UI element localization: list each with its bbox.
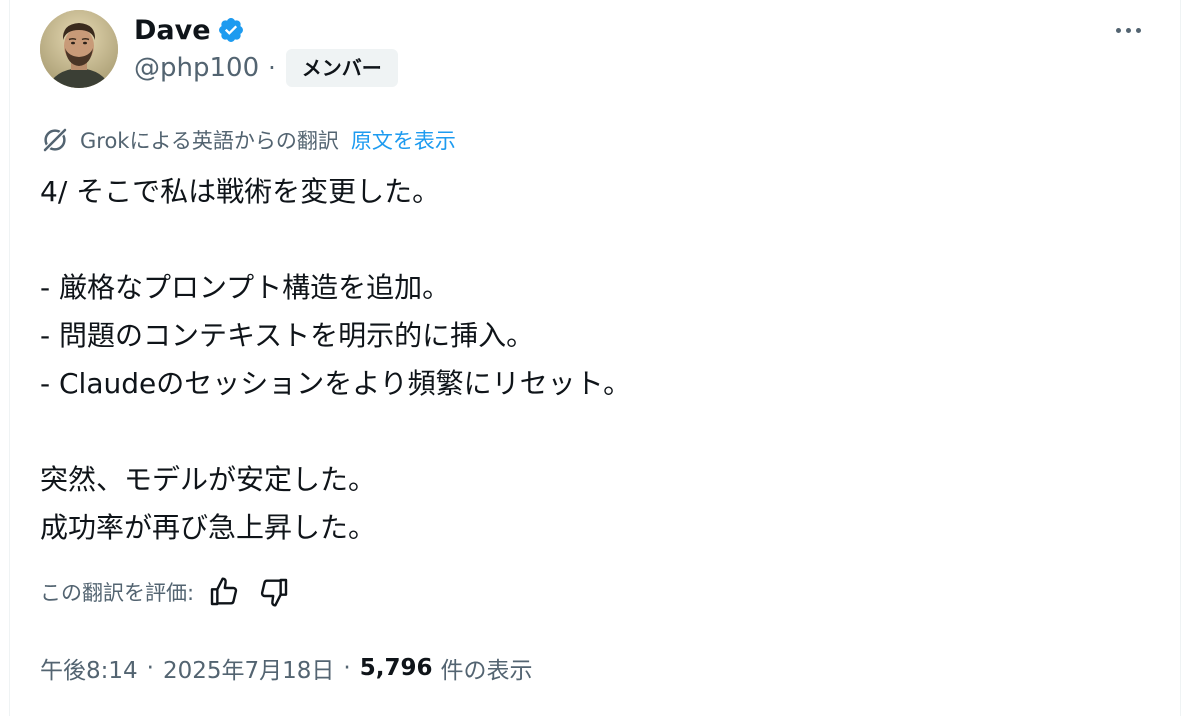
tweet-text-line xyxy=(40,408,631,456)
more-dot-icon xyxy=(1125,27,1131,33)
meta-separator: · xyxy=(343,655,351,681)
rate-translation-label: この翻訳を評価: xyxy=(40,581,195,605)
tweet-card: Dave @php100 · メンバー Grokによる英語からの翻訳 原文を表示… xyxy=(0,0,1200,716)
tweet-text-line: - Claudeのセッションをより頻繁にリセット。 xyxy=(40,367,632,400)
show-original-link[interactable]: 原文を表示 xyxy=(351,125,456,155)
more-options-button[interactable] xyxy=(1108,14,1148,46)
views-label: 件の表示 xyxy=(440,658,533,684)
author-display-name[interactable]: Dave xyxy=(134,15,211,46)
tweet-date[interactable]: 2025年7月18日 xyxy=(163,651,334,685)
translation-note: Grokによる英語からの翻訳 xyxy=(80,129,339,153)
more-dot-icon xyxy=(1115,27,1121,33)
meta-separator: · xyxy=(146,655,154,681)
card-border-left xyxy=(9,0,10,716)
author-handle[interactable]: @php100 xyxy=(134,53,259,83)
tweet-text-line: - 問題のコンテキストを明示的に挿入。 xyxy=(40,319,535,352)
verified-badge-icon[interactable] xyxy=(217,16,245,44)
tweet-text-line: - 厳格なプロンプト構造を追加。 xyxy=(40,271,451,304)
translation-notice: Grokによる英語からの翻訳 原文を表示 xyxy=(40,124,456,156)
card-border-right xyxy=(1180,0,1181,716)
tweet-text-line: 4/ そこで私は戦術を変更した。 xyxy=(40,175,441,208)
avatar-portrait xyxy=(40,10,118,88)
rate-translation: この翻訳を評価: xyxy=(40,574,290,610)
handle-separator: · xyxy=(268,54,276,82)
tweet-time[interactable]: 午後8:14 xyxy=(40,651,138,685)
tweet-text: 4/ そこで私は戦術を変更した。 - 厳格なプロンプト構造を追加。 - 問題のコ… xyxy=(40,168,631,552)
more-dot-icon xyxy=(1135,27,1141,33)
grok-icon xyxy=(41,126,69,154)
author-handle-row: @php100 · メンバー xyxy=(134,49,398,87)
tweet-text-line xyxy=(40,216,631,264)
views-count: 5,796 xyxy=(359,655,433,681)
tweet-text-line: 成功率が再び急上昇した。 xyxy=(40,511,377,544)
tweet-meta: 午後8:14 · 2025年7月18日 · 5,796 件の表示 xyxy=(40,650,532,686)
tweet-text-line: 突然、モデルが安定した。 xyxy=(40,463,377,496)
member-badge[interactable]: メンバー xyxy=(285,49,398,87)
avatar[interactable] xyxy=(40,10,118,88)
thumbs-down-icon[interactable] xyxy=(258,576,290,608)
thumbs-up-icon[interactable] xyxy=(208,576,240,608)
author-name-row: Dave xyxy=(134,12,245,48)
